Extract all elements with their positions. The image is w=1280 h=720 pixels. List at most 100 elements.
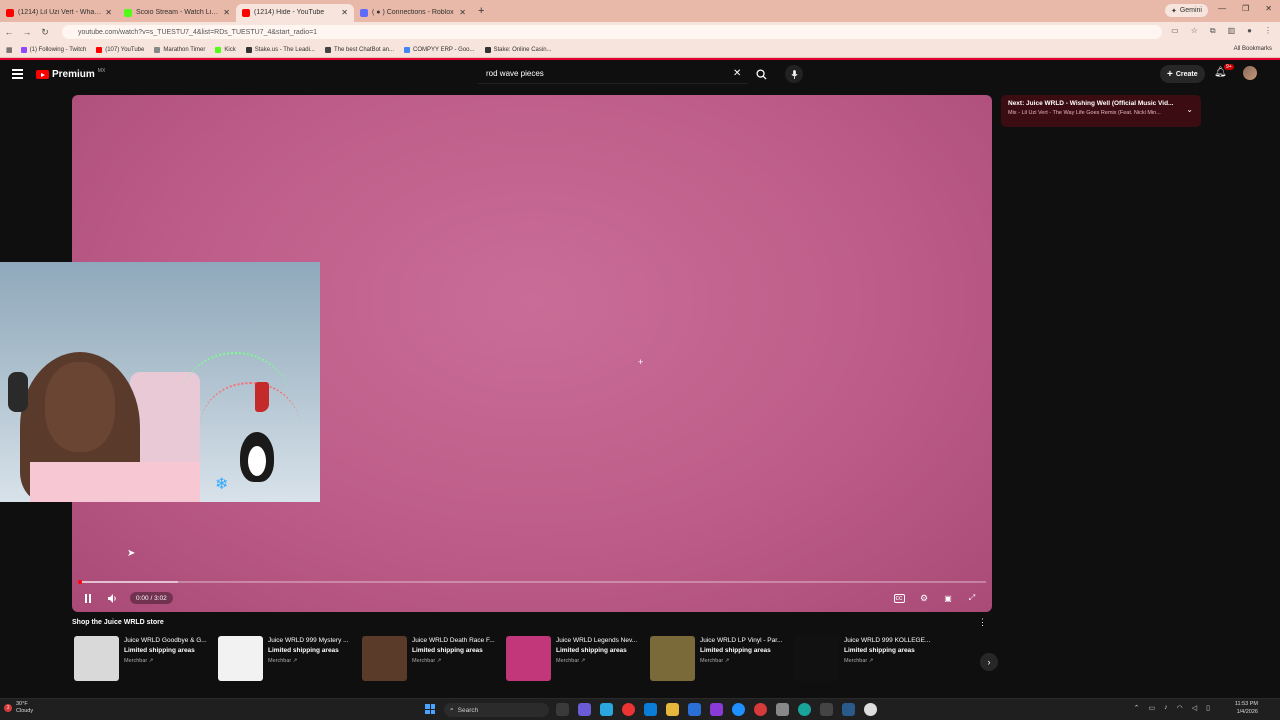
browser-menu-icon[interactable]: ⋮ <box>1264 26 1272 36</box>
all-bookmarks-link[interactable]: All Bookmarks <box>1234 46 1272 52</box>
bookmark-label: Marathon Timer <box>163 46 206 53</box>
pause-button[interactable] <box>82 591 94 605</box>
forward-icon[interactable]: → <box>18 27 36 37</box>
tray-mic-icon[interactable]: ♪ <box>1164 704 1168 712</box>
close-window-icon[interactable]: ✕ <box>1265 4 1272 13</box>
bookmark-star-icon[interactable]: ☆ <box>1191 26 1198 36</box>
volume-button[interactable] <box>106 591 120 605</box>
url-text: youtube.com/watch?v=s_TUESTU7_4&list=RDs… <box>78 28 318 36</box>
merch-item[interactable]: Juice WRLD 999 KOLLEGE... Limited shippin… <box>794 636 934 682</box>
bookmark-item[interactable]: (1) Following - Twitch <box>20 46 86 53</box>
shelf-next-button[interactable]: › <box>980 653 998 671</box>
merch-shipping: Limited shipping areas <box>412 647 483 655</box>
merch-item[interactable]: Juice WRLD 999 Mystery ... Limited shippi… <box>218 636 358 682</box>
hamburger-menu-icon[interactable] <box>12 69 23 79</box>
app-icon-purple[interactable] <box>710 703 723 716</box>
settings-button[interactable]: ⚙ <box>917 591 931 605</box>
up-next-card[interactable]: Next: Juice WRLD - Wishing Well (Officia… <box>1001 95 1201 127</box>
bookmark-item[interactable]: (107) YouTube <box>96 46 144 53</box>
app-icon-gray[interactable] <box>776 703 789 716</box>
merch-source-link[interactable]: Merchbar ↗ <box>268 657 356 666</box>
merch-item[interactable]: Juice WRLD Legends Nev... Limited shippin… <box>506 636 646 682</box>
task-view-icon[interactable] <box>556 703 569 716</box>
captions-icon: cc <box>893 593 905 603</box>
browser-tab[interactable]: Scoio Stream - Watch Live on K ✕ <box>118 4 236 22</box>
chrome-icon[interactable] <box>622 703 635 716</box>
merch-source-link[interactable]: Merchbar ↗ <box>412 657 500 666</box>
bookmark-item[interactable]: Kick <box>215 46 236 53</box>
browser-tab[interactable]: (1214) Hide - YouTube ✕ <box>236 3 354 22</box>
reload-icon[interactable]: ↻ <box>36 27 54 38</box>
merch-item[interactable]: Juice WRLD Goodbye & G... Limited shippin… <box>74 636 214 682</box>
wifi-icon[interactable]: ◠ <box>1177 704 1183 712</box>
cast-icon[interactable]: ▭ <box>1171 26 1179 36</box>
taskbar-search[interactable]: ⌕ Search <box>444 703 549 717</box>
bookmark-label: COMPYY ERP - Goo... <box>413 46 475 53</box>
bookmark-item[interactable]: Stake.us - The Leadi... <box>245 46 315 53</box>
account-avatar[interactable] <box>1243 66 1257 80</box>
steam-icon[interactable] <box>842 703 855 716</box>
file-explorer-icon[interactable] <box>666 703 679 716</box>
app-icon-blue[interactable] <box>732 703 745 716</box>
bookmark-favicon-icon <box>215 46 222 53</box>
bookmark-item[interactable]: Stake: Online Casin... <box>484 46 552 53</box>
obs-icon[interactable] <box>864 703 877 716</box>
browser-tab[interactable]: ( ● ) Connections - Roblox ✕ <box>354 4 472 22</box>
bookmark-item[interactable]: COMPYY ERP - Goo... <box>404 46 475 53</box>
new-tab-icon[interactable]: + <box>478 5 484 17</box>
teams-icon[interactable] <box>578 703 591 716</box>
merch-source-link[interactable]: Merchbar ↗ <box>124 657 212 666</box>
bookmark-item[interactable]: Marathon Timer <box>154 46 206 53</box>
clock[interactable]: 11:53 PM 1/4/2026 <box>1235 701 1258 716</box>
search-input[interactable]: rod wave pieces <box>478 64 748 84</box>
captions-button[interactable]: cc <box>892 591 906 605</box>
tab-close-icon[interactable]: ✕ <box>223 8 230 17</box>
merch-source-link[interactable]: Merchbar ↗ <box>700 657 788 666</box>
back-icon[interactable]: ← <box>0 27 18 37</box>
merch-source-link[interactable]: Merchbar ↗ <box>556 657 644 666</box>
sidepanel-icon[interactable]: ▥ <box>1228 26 1236 36</box>
tab-close-icon[interactable]: ✕ <box>105 8 112 17</box>
apps-grid-icon[interactable]: ▦ <box>6 46 13 54</box>
webcam-overlay: ❄ <box>0 262 320 502</box>
voice-search-button[interactable] <box>785 65 803 83</box>
more-options-icon[interactable]: ⋮ <box>978 617 987 628</box>
merch-thumbnail <box>362 636 407 681</box>
chevron-down-icon[interactable]: ⌄ <box>1186 105 1193 114</box>
mail-icon[interactable] <box>688 703 701 716</box>
weather-widget[interactable]: 3 30°F Cloudy <box>4 701 33 715</box>
gemini-button[interactable]: ✦ Gemini <box>1164 4 1208 17</box>
app-icon-teal[interactable] <box>798 703 811 716</box>
speaker-icon[interactable]: ◁ <box>1192 704 1197 712</box>
battery-icon[interactable]: ▯ <box>1206 704 1210 712</box>
minimize-icon[interactable]: — <box>1218 4 1226 13</box>
app-icon-dark[interactable] <box>820 703 833 716</box>
tray-app-icon[interactable]: ▭ <box>1149 704 1156 712</box>
tab-close-icon[interactable]: ✕ <box>341 8 348 17</box>
merch-source-link[interactable]: Merchbar ↗ <box>844 657 932 666</box>
create-button[interactable]: + Create <box>1160 65 1205 83</box>
up-next-title: Next: Juice WRLD - Wishing Well (Officia… <box>1008 100 1174 107</box>
search-button[interactable] <box>750 64 772 84</box>
restore-icon[interactable]: ❐ <box>1242 4 1249 13</box>
edge-icon[interactable] <box>600 703 613 716</box>
bookmark-label: Stake.us - The Leadi... <box>254 46 315 53</box>
youtube-logo[interactable]: Premium MX <box>36 68 105 80</box>
browser-tab[interactable]: (1214) Lil Uzi Vert - What You S ✕ <box>0 4 118 22</box>
url-field[interactable]: youtube.com/watch?v=s_TUESTU7_4&list=RDs… <box>62 25 1162 39</box>
window-controls: — ❐ ✕ <box>1218 4 1272 13</box>
merch-item[interactable]: Juice WRLD LP Vinyl - Par... Limited ship… <box>650 636 790 682</box>
fullscreen-button[interactable]: ⤢ <box>965 591 979 605</box>
profile-icon[interactable]: ● <box>1247 26 1252 36</box>
progress-bar[interactable] <box>78 580 986 584</box>
miniplayer-button[interactable]: ▣ <box>941 591 955 605</box>
app-icon-red[interactable] <box>754 703 767 716</box>
start-button-icon[interactable] <box>425 704 435 714</box>
store-icon[interactable] <box>644 703 657 716</box>
clear-search-icon[interactable]: ✕ <box>733 68 741 79</box>
bookmark-item[interactable]: The best ChatBot an... <box>324 46 394 53</box>
tab-close-icon[interactable]: ✕ <box>459 8 466 17</box>
merch-item[interactable]: Juice WRLD Death Race F... Limited shippi… <box>362 636 502 682</box>
extensions-icon[interactable]: ⧉ <box>1210 26 1216 36</box>
tray-chevron-icon[interactable]: ⌃ <box>1134 704 1140 712</box>
